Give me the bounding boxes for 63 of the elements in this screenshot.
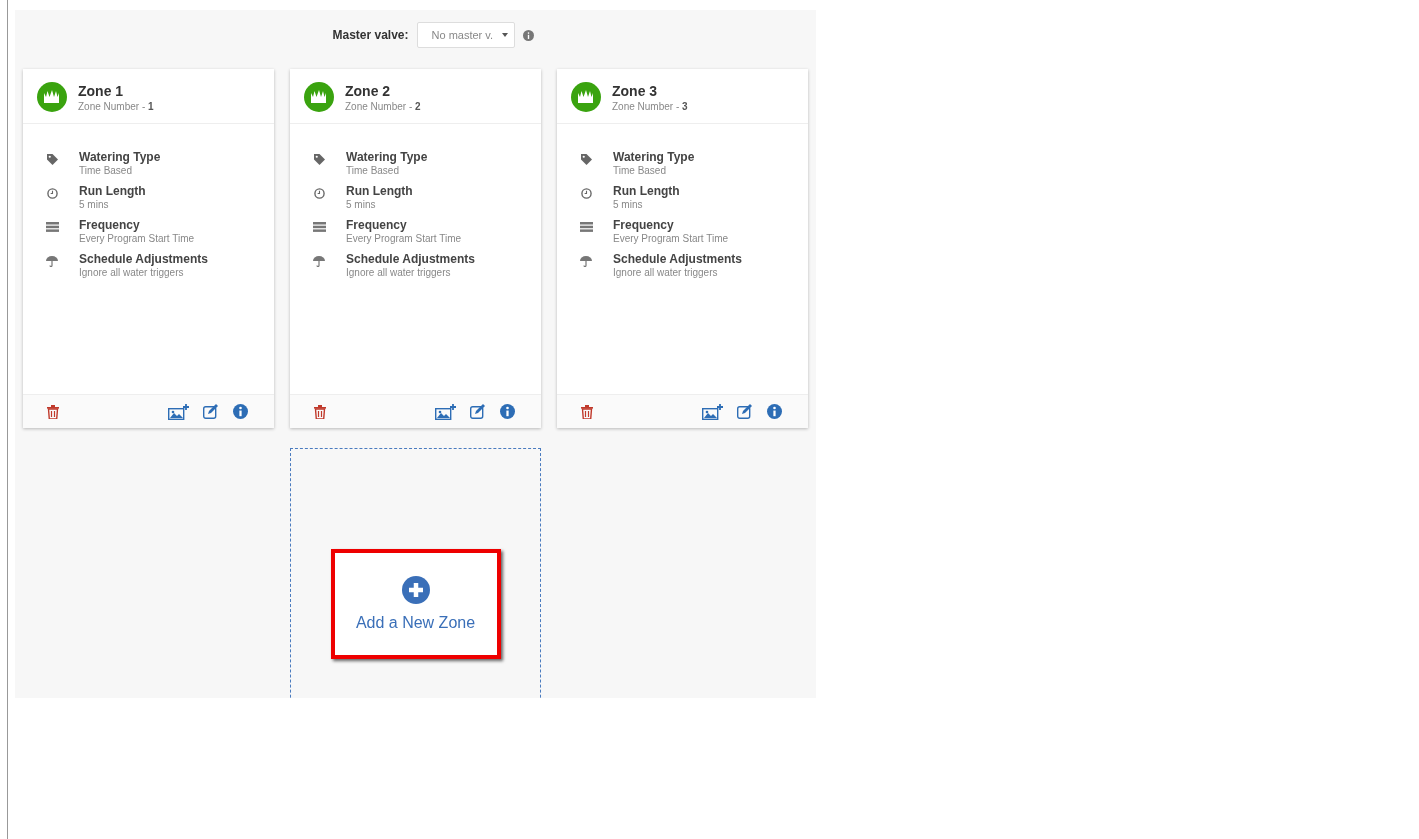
tag-icon	[580, 154, 592, 165]
detail-label: Watering Type	[613, 150, 695, 164]
info-icon[interactable]	[233, 404, 248, 419]
umbrella-icon	[46, 256, 58, 267]
detail-value: 5 mins	[346, 199, 377, 210]
info-icon[interactable]	[767, 404, 782, 419]
detail-value: 5 mins	[79, 199, 110, 210]
tag-icon	[46, 154, 58, 165]
clock-icon	[580, 188, 592, 199]
detail-label: Watering Type	[79, 150, 161, 164]
umbrella-icon	[580, 256, 592, 267]
master-valve-label: Master valve:	[332, 28, 409, 42]
detail-label: Schedule Adjustments	[346, 252, 475, 266]
zone-number: Zone Number - 3	[612, 100, 688, 112]
detail-value: Ignore all water triggers	[79, 267, 185, 278]
detail-value: Time Based	[346, 165, 400, 176]
detail-label: Frequency	[79, 218, 141, 232]
master-valve-select[interactable]: No master v.	[416, 22, 515, 48]
detail-value: Ignore all water triggers	[346, 267, 452, 278]
grass-icon	[37, 82, 67, 112]
list-icon	[579, 222, 593, 232]
add-image-icon[interactable]	[168, 403, 189, 420]
trash-icon[interactable]	[47, 404, 59, 419]
clock-icon	[46, 188, 58, 199]
add-image-icon[interactable]	[702, 403, 723, 420]
grass-icon	[304, 82, 334, 112]
grass-icon	[571, 82, 601, 112]
edit-icon[interactable]	[203, 404, 219, 419]
list-icon	[312, 222, 326, 232]
add-image-icon[interactable]	[435, 403, 456, 420]
edit-icon[interactable]	[737, 404, 753, 419]
detail-value: Ignore all water triggers	[613, 267, 719, 278]
caret-icon	[501, 33, 508, 37]
detail-label: Run Length	[613, 184, 680, 198]
trash-icon[interactable]	[581, 404, 593, 419]
clock-icon	[313, 188, 325, 199]
detail-label: Schedule Adjustments	[79, 252, 208, 266]
detail-value: Every Program Start Time	[346, 233, 462, 244]
detail-value: Time Based	[613, 165, 667, 176]
detail-label: Watering Type	[346, 150, 428, 164]
edit-icon[interactable]	[470, 404, 486, 419]
detail-label: Frequency	[346, 218, 408, 232]
zone-title: Zone 2	[345, 82, 392, 99]
detail-value: 5 mins	[613, 199, 644, 210]
info-icon[interactable]	[522, 29, 534, 41]
add-zone-button[interactable]: Add a New Zone	[330, 549, 501, 659]
detail-value: Every Program Start Time	[613, 233, 729, 244]
detail-label: Schedule Adjustments	[613, 252, 742, 266]
zone-title: Zone 1	[78, 82, 125, 99]
list-icon	[45, 222, 59, 232]
trash-icon[interactable]	[314, 404, 326, 419]
tag-icon	[313, 154, 325, 165]
detail-value: Every Program Start Time	[79, 233, 195, 244]
detail-label: Run Length	[346, 184, 413, 198]
plus-circle-icon	[401, 576, 430, 604]
detail-label: Run Length	[79, 184, 146, 198]
zone-number: Zone Number - 2	[345, 100, 421, 112]
zone-title: Zone 3	[612, 82, 659, 99]
info-icon[interactable]	[500, 404, 515, 419]
zone-number: Zone Number - 1	[78, 100, 154, 112]
detail-label: Frequency	[613, 218, 675, 232]
detail-value: Time Based	[79, 165, 133, 176]
umbrella-icon	[313, 256, 325, 267]
